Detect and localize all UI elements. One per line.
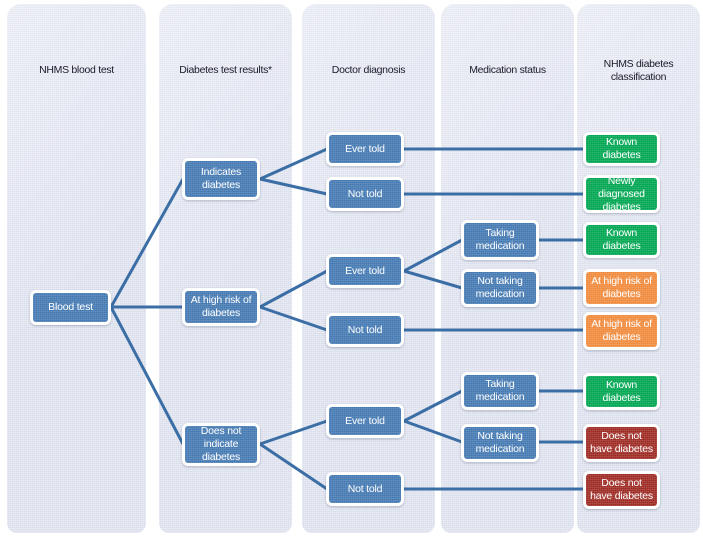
node-not-told-3[interactable]: Not told xyxy=(326,472,404,506)
node-classification-at-high-risk-1[interactable]: At high risk of diabetes xyxy=(583,269,660,307)
swimlane-title-line-2: classification xyxy=(610,71,667,83)
node-classification-known-diabetes-3[interactable]: Known diabetes xyxy=(583,373,660,410)
node-not-taking-medication-2[interactable]: Not taking medication xyxy=(461,424,539,462)
node-not-told-2[interactable]: Not told xyxy=(326,313,404,347)
diabetes-classification-flowchart: NHMS blood test Diabetes test results* D… xyxy=(0,0,703,537)
node-classification-does-not-have-diabetes-2[interactable]: Does not have diabetes xyxy=(583,471,660,509)
swimlane-nhms-blood-test: NHMS blood test xyxy=(7,4,146,533)
node-taking-medication-2[interactable]: Taking medication xyxy=(461,372,539,410)
node-ever-told-1[interactable]: Ever told xyxy=(326,132,404,166)
node-at-high-risk-of-diabetes[interactable]: At high risk of diabetes xyxy=(182,288,260,326)
node-not-told-1[interactable]: Not told xyxy=(326,177,404,211)
node-classification-does-not-have-diabetes-1[interactable]: Does not have diabetes xyxy=(583,424,660,462)
node-ever-told-2[interactable]: Ever told xyxy=(326,254,404,288)
node-classification-known-diabetes-1[interactable]: Known diabetes xyxy=(583,132,660,166)
node-does-not-indicate-diabetes[interactable]: Does not indicate diabetes xyxy=(182,423,260,466)
node-not-taking-medication-1[interactable]: Not taking medication xyxy=(461,269,539,307)
node-indicates-diabetes[interactable]: Indicates diabetes xyxy=(182,158,260,200)
swimlane-title-line-1: NHMS diabetes xyxy=(603,58,674,70)
node-taking-medication-1[interactable]: Taking medication xyxy=(461,220,539,260)
node-blood-test[interactable]: Blood test xyxy=(30,290,111,325)
node-ever-told-3[interactable]: Ever told xyxy=(326,404,404,438)
swimlane-title-medication-status: Medication status xyxy=(469,64,546,76)
node-classification-at-high-risk-2[interactable]: At high risk of diabetes xyxy=(583,312,660,350)
swimlane-title-diabetes-test-results: Diabetes test results* xyxy=(179,64,272,76)
node-classification-newly-diagnosed-diabetes[interactable]: Newly diagnosed diabetes xyxy=(583,175,660,213)
swimlane-title-nhms-diabetes-classification: NHMS diabetes classification xyxy=(577,58,700,84)
swimlane-title-doctor-diagnosis: Doctor diagnosis xyxy=(331,64,406,76)
swimlane-title-nhms-blood-test: NHMS blood test xyxy=(39,64,114,76)
node-classification-known-diabetes-2[interactable]: Known diabetes xyxy=(583,222,660,258)
